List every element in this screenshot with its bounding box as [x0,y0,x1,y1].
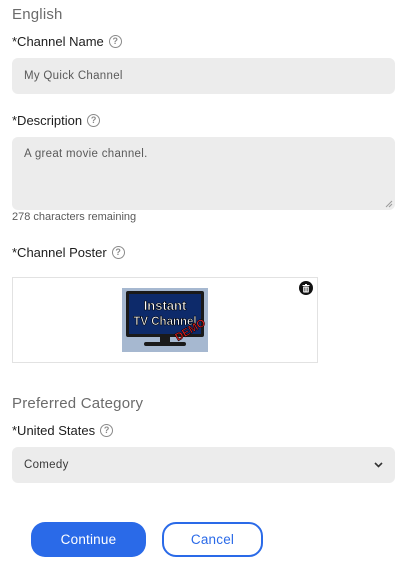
description-textarea[interactable]: A great movie channel. [12,137,395,210]
description-label: *Description ? [12,113,101,128]
tv-logo-image: Instant TV Channel DEMO [122,288,208,352]
continue-button[interactable]: Continue [31,522,146,557]
characters-remaining: 278 characters remaining [12,211,137,223]
trash-icon [302,283,310,292]
region-label: *United States ? [12,423,114,438]
channel-poster-image: Instant TV Channel DEMO [122,288,208,352]
delete-poster-button[interactable] [299,281,313,295]
help-icon[interactable]: ? [108,35,122,48]
channel-name-label-text: *Channel Name [12,34,104,49]
region-label-text: *United States [12,423,96,438]
resize-grip-icon[interactable] [385,200,393,208]
channel-name-placeholder: My Quick Channel [24,70,123,82]
help-icon[interactable]: ? [100,424,114,437]
help-icon[interactable]: ? [111,246,125,259]
channel-name-label: *Channel Name ? [12,34,122,49]
channel-name-input[interactable]: My Quick Channel [12,58,395,94]
category-select[interactable]: Comedy [12,447,395,483]
channel-poster-upload[interactable]: Instant TV Channel DEMO [12,277,318,363]
cancel-button[interactable]: Cancel [162,522,263,557]
help-icon[interactable]: ? [87,114,101,127]
language-section-title: English [12,6,63,23]
description-label-text: *Description [12,113,83,128]
description-value: A great movie channel. [24,148,148,160]
category-section-title: Preferred Category [12,395,144,412]
channel-poster-label: *Channel Poster ? [12,245,125,260]
chevron-down-icon [374,462,383,468]
poster-line-1: Instant [144,298,187,313]
category-selected-value: Comedy [24,459,69,471]
channel-poster-label-text: *Channel Poster [12,245,107,260]
